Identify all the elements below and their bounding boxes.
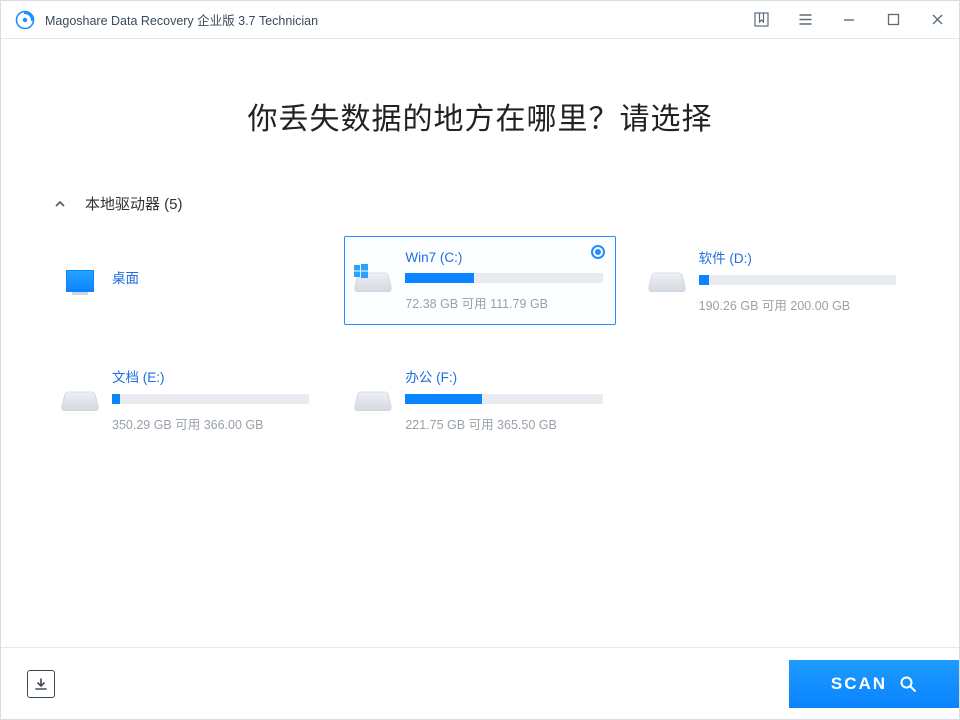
selected-radio-icon xyxy=(591,245,605,259)
chevron-up-icon xyxy=(53,197,67,211)
drive-item-e[interactable]: 文档 (E:) 350.29 GB 可用 366.00 GB xyxy=(51,355,322,444)
close-button[interactable] xyxy=(915,1,959,39)
drive-stats: 190.26 GB 可用 200.00 GB xyxy=(699,295,896,314)
main-content: 你丢失数据的地方在哪里？请选择 本地驱动器 (5) 桌面 Win7 (C:) 72.… xyxy=(1,39,959,647)
app-window: Magoshare Data Recovery 企业版 3.7 Technici… xyxy=(0,0,960,720)
drive-stats: 350.29 GB 可用 366.00 GB xyxy=(112,414,309,433)
app-logo-icon xyxy=(15,10,35,30)
drive-item-d[interactable]: 软件 (D:) 190.26 GB 可用 200.00 GB xyxy=(638,236,909,325)
windows-drive-icon xyxy=(356,270,390,292)
usage-bar xyxy=(405,273,602,283)
page-headline: 你丢失数据的地方在哪里？请选择 xyxy=(41,94,919,138)
drive-item-desktop[interactable]: 桌面 xyxy=(51,236,322,325)
app-title: Magoshare Data Recovery 企业版 3.7 Technici… xyxy=(45,10,318,29)
export-button[interactable] xyxy=(27,670,55,698)
drive-name: 办公 (F:) xyxy=(405,366,602,386)
usage-bar xyxy=(405,394,602,404)
usage-bar xyxy=(112,394,309,404)
footer: SCAN xyxy=(1,647,959,719)
hdd-icon xyxy=(650,270,684,292)
hdd-icon xyxy=(63,389,97,411)
drive-stats: 72.38 GB 可用 111.79 GB xyxy=(405,293,602,312)
drive-name: 桌面 xyxy=(112,267,309,287)
drive-stats: 221.75 GB 可用 365.50 GB xyxy=(405,414,602,433)
bookmarks-button[interactable] xyxy=(739,1,783,39)
search-icon xyxy=(899,675,917,693)
drive-item-f[interactable]: 办公 (F:) 221.75 GB 可用 365.50 GB xyxy=(344,355,615,444)
usage-bar xyxy=(699,275,896,285)
desktop-icon xyxy=(66,270,94,292)
titlebar: Magoshare Data Recovery 企业版 3.7 Technici… xyxy=(1,1,959,39)
hdd-icon xyxy=(356,389,390,411)
menu-button[interactable] xyxy=(783,1,827,39)
maximize-button[interactable] xyxy=(871,1,915,39)
minimize-button[interactable] xyxy=(827,1,871,39)
section-header-local-drives[interactable]: 本地驱动器 (5) xyxy=(53,193,919,214)
drive-item-c[interactable]: Win7 (C:) 72.38 GB 可用 111.79 GB xyxy=(344,236,615,325)
scan-button[interactable]: SCAN xyxy=(789,660,959,708)
drive-name: Win7 (C:) xyxy=(405,250,602,265)
drive-grid: 桌面 Win7 (C:) 72.38 GB 可用 111.79 GB 软件 (D:) 1… xyxy=(41,236,919,444)
drive-name: 文档 (E:) xyxy=(112,366,309,386)
section-title: 本地驱动器 (5) xyxy=(85,193,183,214)
scan-button-label: SCAN xyxy=(831,674,887,694)
drive-name: 软件 (D:) xyxy=(699,247,896,267)
